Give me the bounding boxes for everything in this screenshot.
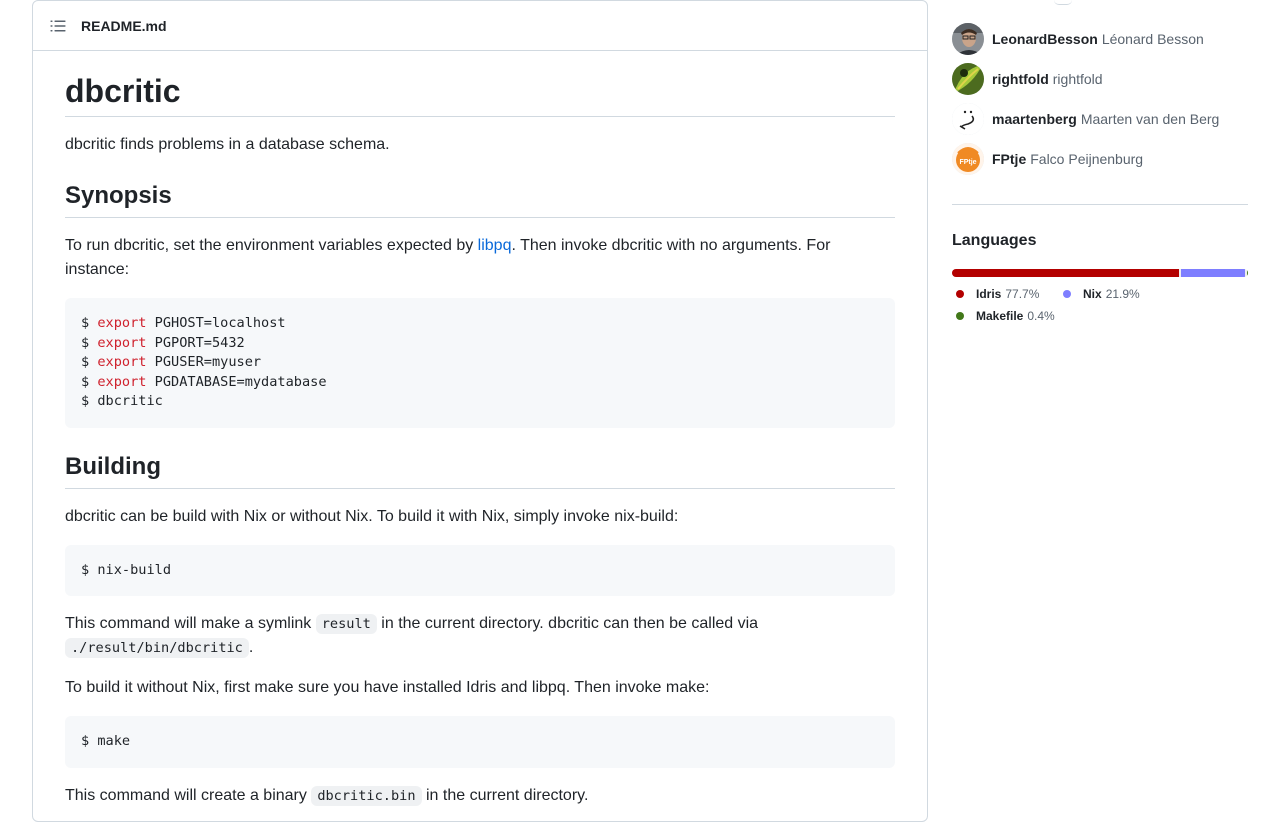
contributor-name: rightfold	[1052, 71, 1103, 87]
partial-avatar-edge	[1054, 0, 1072, 5]
building-heading: Building	[65, 452, 895, 489]
make-code-block[interactable]: $ make	[65, 716, 895, 768]
libpq-link[interactable]: libpq	[478, 237, 512, 254]
contributor-login[interactable]: FPtje	[992, 151, 1026, 167]
orange-fptje-avatar[interactable]: FPtje	[952, 143, 984, 175]
code-line: $ export PGDATABASE=mydatabase	[81, 373, 327, 390]
sketch-face-avatar[interactable]	[952, 103, 984, 135]
language-item-idris[interactable]: Idris 77.7%	[952, 284, 1039, 304]
symlink-before: This command will make a symlink	[65, 615, 316, 632]
call-path-inline-code: ./result/bin/dbcritic	[65, 638, 249, 658]
language-item-nix[interactable]: Nix 21.9%	[1059, 284, 1140, 304]
readme-intro: dbcritic finds problems in a database sc…	[65, 136, 390, 153]
person-photo-avatar[interactable]	[952, 23, 984, 55]
language-bar-segment-nix[interactable]	[1180, 269, 1245, 277]
contributors-list: LeonardBesson Léonard Besson rightfold r…	[952, 19, 1248, 179]
contributor-name: Falco Peijnenburg	[1030, 151, 1144, 167]
symlink-text: This command will make a symlink result …	[65, 612, 895, 660]
contributor-item[interactable]: maartenberg Maarten van den Berg	[952, 99, 1248, 139]
code-line: $ dbcritic	[81, 393, 163, 409]
languages-heading: Languages	[952, 232, 1037, 249]
binary-before: This command will create a binary	[65, 786, 312, 804]
result-inline-code: result	[315, 614, 377, 634]
readme-box: README.md dbcritic dbcritic finds proble…	[32, 0, 928, 822]
language-percent: 77.7%	[1005, 287, 1040, 301]
contributor-login[interactable]: LeonardBesson	[992, 31, 1098, 47]
language-bar-segment-idris[interactable]	[952, 269, 1179, 277]
without-nix-text: To build it without Nix, first make sure…	[65, 679, 710, 696]
language-bar-segment-makefile[interactable]	[1246, 269, 1248, 277]
contributor-name: Léonard Besson	[1101, 31, 1204, 47]
synopsis-text-before: To run dbcritic, set the environment var…	[65, 237, 478, 254]
call-after: .	[248, 639, 254, 656]
svg-text:FPtje: FPtje	[959, 159, 976, 166]
language-color-dot	[956, 290, 964, 298]
binary-after: in the current directory.	[421, 786, 589, 804]
languages-bar	[952, 269, 1248, 277]
readme-file-name[interactable]: README.md	[81, 18, 167, 34]
contributor-item[interactable]: LeonardBesson Léonard Besson	[952, 19, 1248, 59]
symlink-after: in the current directory. dbcritic can t…	[376, 615, 759, 632]
language-name: Nix	[1083, 287, 1102, 301]
code-line: $ export PGUSER=myuser	[81, 354, 262, 370]
code-line: $ export PGHOST=localhost	[81, 315, 286, 331]
contributor-item[interactable]: rightfold rightfold	[952, 59, 1248, 99]
sidebar-divider	[952, 204, 1248, 205]
language-color-dot	[956, 312, 964, 320]
synopsis-code-block[interactable]: $ export PGHOST=localhost $ export PGPOR…	[65, 298, 895, 428]
contributor-login[interactable]: maartenberg	[992, 111, 1077, 127]
readme-header: README.md	[33, 1, 927, 51]
nix-build-code-block[interactable]: $ nix-build	[65, 544, 895, 596]
binary-text: This command will create a binary dbcrit…	[65, 784, 895, 808]
language-percent: 0.4%	[1027, 309, 1055, 323]
building-intro: dbcritic can be build with Nix or withou…	[65, 507, 679, 525]
language-name: Makefile	[976, 309, 1024, 323]
code-line: $ export PGPORT=5432	[81, 334, 245, 351]
language-item-makefile[interactable]: Makefile 0.4%	[952, 306, 1055, 326]
readme-title: dbcritic	[65, 71, 895, 117]
readme-article: dbcritic dbcritic finds problems in a da…	[33, 71, 927, 808]
language-name: Idris	[976, 287, 1002, 301]
binary-inline-code: dbcritic.bin	[311, 785, 422, 806]
contributor-item[interactable]: FPtje FPtje Falco Peijnenburg	[952, 139, 1248, 179]
language-percent: 21.9%	[1105, 287, 1140, 301]
contributor-login[interactable]: rightfold	[992, 71, 1049, 87]
synopsis-text: To run dbcritic, set the environment var…	[65, 234, 895, 282]
green-leaf-avatar[interactable]	[952, 63, 984, 95]
synopsis-heading: Synopsis	[65, 181, 895, 218]
contributor-name: Maarten van den Berg	[1080, 111, 1220, 127]
language-color-dot	[1063, 290, 1071, 298]
list-unordered-icon[interactable]	[50, 18, 66, 34]
